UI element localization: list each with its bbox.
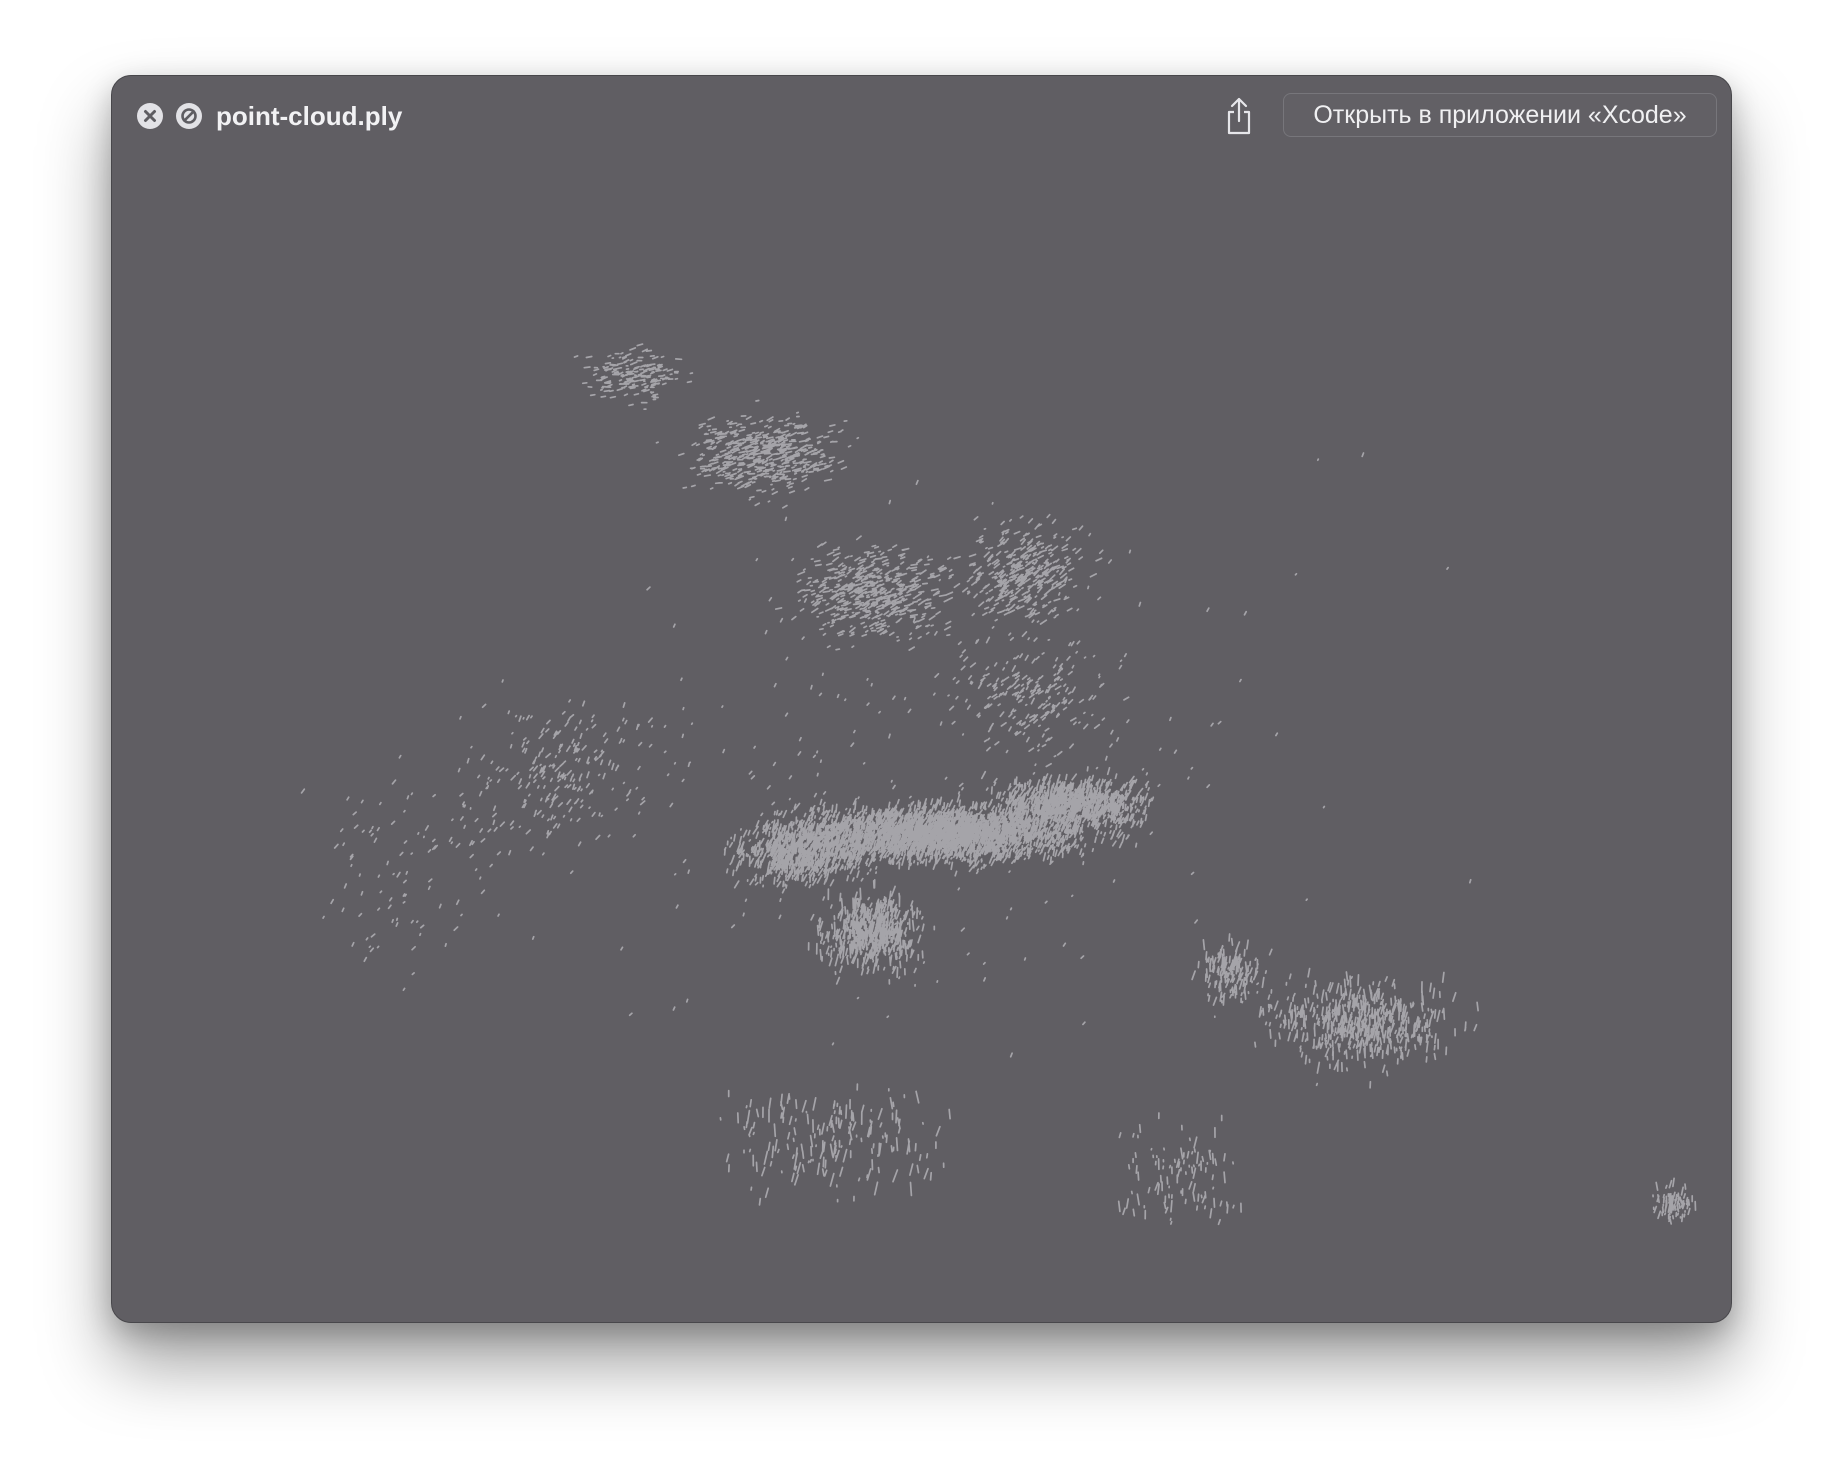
quicklook-window: point-cloud.ply Открыть в приложении «Xc… bbox=[111, 75, 1732, 1323]
window-title: point-cloud.ply bbox=[216, 101, 403, 131]
point-cloud-viewport[interactable] bbox=[112, 76, 1731, 1322]
stop-icon bbox=[181, 108, 197, 124]
point-cloud-points bbox=[300, 343, 1697, 1226]
open-in-xcode-button[interactable]: Открыть в приложении «Xcode» bbox=[1283, 93, 1717, 137]
share-icon bbox=[1227, 97, 1251, 135]
share-button[interactable] bbox=[1218, 94, 1260, 138]
close-button[interactable] bbox=[137, 103, 163, 129]
title-bar: point-cloud.ply Открыть в приложении «Xc… bbox=[112, 76, 1731, 156]
close-icon bbox=[144, 110, 156, 122]
stop-button[interactable] bbox=[176, 103, 202, 129]
point-cloud[interactable] bbox=[112, 76, 1731, 1322]
